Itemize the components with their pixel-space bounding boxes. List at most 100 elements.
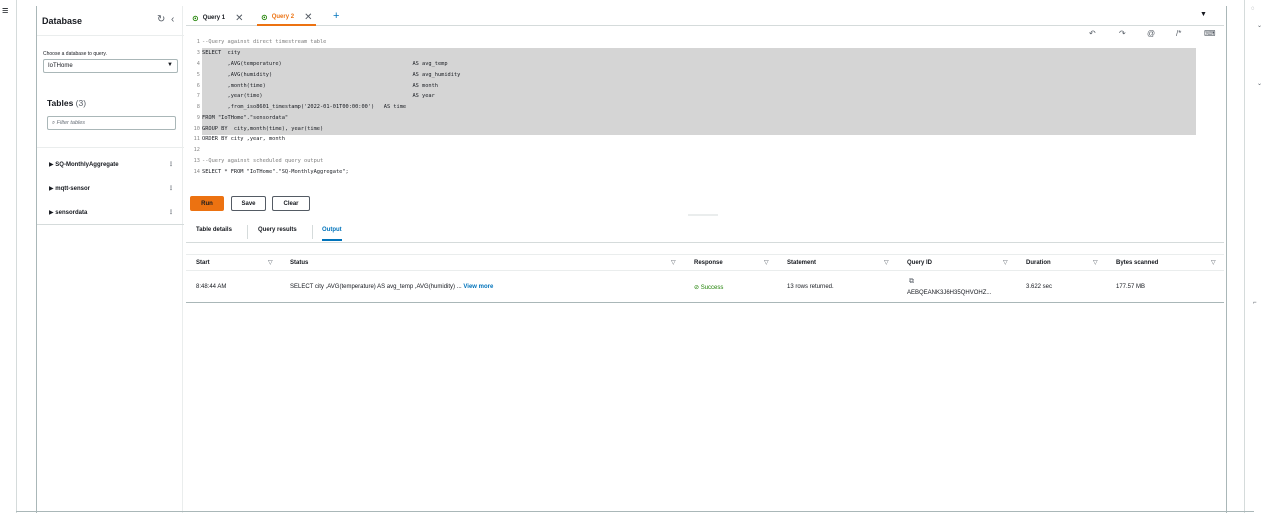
copy-icon[interactable]: ⧉ — [909, 278, 914, 286]
status-text: SELECT city ,AVG(temperature) AS avg_tem… — [290, 284, 462, 290]
search-icon: ⌕ — [52, 120, 56, 126]
column-header-query-id[interactable]: Query ID — [907, 260, 932, 266]
code-line: ,AVG(temperature) AS avg_temp — [202, 60, 448, 67]
line-number: 6 — [196, 82, 200, 89]
close-icon[interactable]: ✕ — [304, 12, 312, 23]
sort-icon[interactable]: ▽ — [884, 259, 889, 266]
code-line: SELECT * FROM "IoTHome"."SQ-MonthlyAggre… — [202, 169, 349, 175]
output-table-header: Start ▽ Status ▽ Response ▽ Statement ▽ … — [186, 254, 1224, 271]
code-line: ,AVG(humidity) AS avg_humidity — [202, 71, 461, 78]
sql-editor[interactable]: 1 --Query against direct timestream tabl… — [190, 38, 1196, 188]
query-tabs-bar: ⊙ Query 1 ✕ ⊙ Query 2 ✕ + ▼ — [186, 8, 1224, 26]
code-line: FROM "IoTHome"."sensordata" — [202, 114, 289, 121]
filter-tables-input[interactable]: ⌕ Filter tables — [47, 116, 176, 130]
close-icon[interactable]: ✕ — [235, 13, 243, 24]
database-select-value: IoTHome — [48, 63, 73, 69]
column-header-start[interactable]: Start — [196, 260, 210, 266]
code-line: ,year(time) AS year — [202, 93, 435, 99]
response-text: Success — [700, 285, 724, 291]
column-header-duration[interactable]: Duration — [1026, 260, 1051, 266]
more-options-icon[interactable]: ⋮ — [168, 209, 174, 216]
cell-duration: 3.622 sec — [1026, 284, 1053, 290]
line-number: 4 — [196, 60, 200, 67]
divider — [37, 224, 184, 225]
column-header-status[interactable]: Status — [290, 260, 308, 266]
left-border — [16, 0, 17, 513]
caret-right-icon: ▶ — [49, 186, 54, 192]
resize-handle[interactable] — [688, 214, 718, 216]
table-row: 8:48:44 AM SELECT city ,AVG(temperature)… — [186, 272, 1224, 303]
keyboard-icon[interactable]: ⌨ — [1204, 29, 1216, 38]
divider — [37, 147, 184, 148]
table-item-label: sensordata — [55, 210, 88, 216]
caret-right-icon: ▶ — [49, 210, 54, 216]
code-line: ,month(time) AS month — [202, 82, 439, 89]
settings-icon[interactable]: ◌ — [1251, 6, 1255, 12]
sort-icon[interactable]: ▽ — [764, 259, 769, 266]
filter-tables-placeholder: Filter tables — [56, 120, 86, 126]
column-header-bytes-scanned[interactable]: Bytes scanned — [1116, 260, 1158, 266]
sort-icon[interactable]: ▽ — [1093, 259, 1098, 266]
line-number: 11 — [193, 136, 200, 142]
line-number: 5 — [196, 71, 200, 78]
tables-heading-label: Tables — [47, 98, 74, 108]
tabs-dropdown-icon[interactable]: ▼ — [1200, 11, 1207, 18]
collapse-icon[interactable]: ‹ — [171, 14, 174, 25]
tab-query-1[interactable]: ⊙ Query 1 ✕ — [188, 10, 247, 26]
sort-icon[interactable]: ▽ — [1211, 259, 1216, 266]
table-item-mqtt-sensor[interactable]: ▶ mqtt-sensor ⋮ — [49, 185, 174, 192]
sort-icon[interactable]: ▽ — [268, 259, 273, 266]
table-item-sq-monthlyaggregate[interactable]: ▶ SQ-MonthlyAggregate ⋮ — [49, 161, 174, 168]
table-item-sensordata[interactable]: ▶ sensordata ⋮ — [49, 209, 174, 216]
code-line: GROUP BY city,month(time), year(time) — [202, 125, 324, 132]
column-header-response[interactable]: Response — [694, 260, 723, 266]
line-number: 3 — [196, 50, 200, 56]
database-select-label: Choose a database to query. — [43, 51, 107, 57]
tab-query-results[interactable]: Query results — [258, 227, 297, 239]
sort-icon[interactable]: ▽ — [671, 259, 676, 266]
result-tabs: Table details Query results Output — [186, 223, 1224, 243]
tab-separator — [247, 225, 248, 239]
cell-response: ⊘ Success — [694, 284, 723, 291]
line-number: 13 — [193, 158, 200, 164]
clear-button[interactable]: Clear — [272, 196, 310, 211]
right-utility-panel: ◌ ⌄ ⌄ ⌐ — [1244, 0, 1262, 513]
add-tab-button[interactable]: + — [333, 10, 339, 22]
tab-output[interactable]: Output — [322, 227, 342, 241]
caret-down-icon: ▼ — [167, 62, 173, 68]
redo-icon[interactable]: ↷ — [1119, 29, 1126, 38]
code-line: ,from_iso8601_timestamp('2022-01-01T00:0… — [202, 104, 407, 110]
sort-icon[interactable]: ▽ — [1003, 259, 1008, 266]
tab-label: Query 2 — [271, 14, 295, 20]
tab-query-2[interactable]: ⊙ Query 2 ✕ — [257, 10, 317, 26]
cell-query-id: AEBQEANK3J6H35QHVOHZ... — [907, 290, 992, 296]
column-header-statement[interactable]: Statement — [787, 260, 816, 266]
check-circle-icon: ⊙ — [261, 12, 268, 22]
save-button[interactable]: Save — [231, 196, 266, 211]
more-options-icon[interactable]: ⋮ — [168, 161, 174, 168]
more-options-icon[interactable]: ⋮ — [168, 185, 174, 192]
refresh-icon[interactable]: ↻ — [157, 14, 165, 25]
divider — [37, 35, 184, 36]
comment-icon[interactable]: /* — [1176, 29, 1181, 38]
caret-right-icon: ▶ — [49, 162, 54, 168]
code-line: --Query against scheduled query output — [202, 158, 324, 164]
caret-down-icon[interactable]: ⌄ — [1257, 22, 1262, 29]
cell-bytes-scanned: 177.57 MB — [1116, 284, 1146, 290]
line-number: 10 — [193, 125, 200, 132]
tables-heading: Tables (3) — [47, 98, 86, 108]
run-button[interactable]: Run — [190, 196, 224, 211]
undo-icon[interactable]: ↶ — [1089, 29, 1096, 38]
view-more-link[interactable]: View more — [463, 284, 493, 290]
hamburger-icon[interactable]: ≡ — [2, 5, 8, 17]
resize-corner-icon[interactable]: ⌐ — [1253, 300, 1257, 306]
success-icon: ⊘ — [694, 285, 700, 291]
database-select[interactable]: IoTHome ▼ — [43, 59, 178, 73]
search-replace-icon[interactable]: @ — [1147, 29, 1155, 38]
tab-label: Query 1 — [202, 15, 226, 21]
table-item-label: SQ-MonthlyAggregate — [55, 162, 119, 168]
line-number: 7 — [196, 93, 200, 99]
tab-table-details[interactable]: Table details — [196, 227, 232, 239]
tab-separator — [312, 225, 313, 239]
caret-down-icon[interactable]: ⌄ — [1257, 80, 1262, 87]
